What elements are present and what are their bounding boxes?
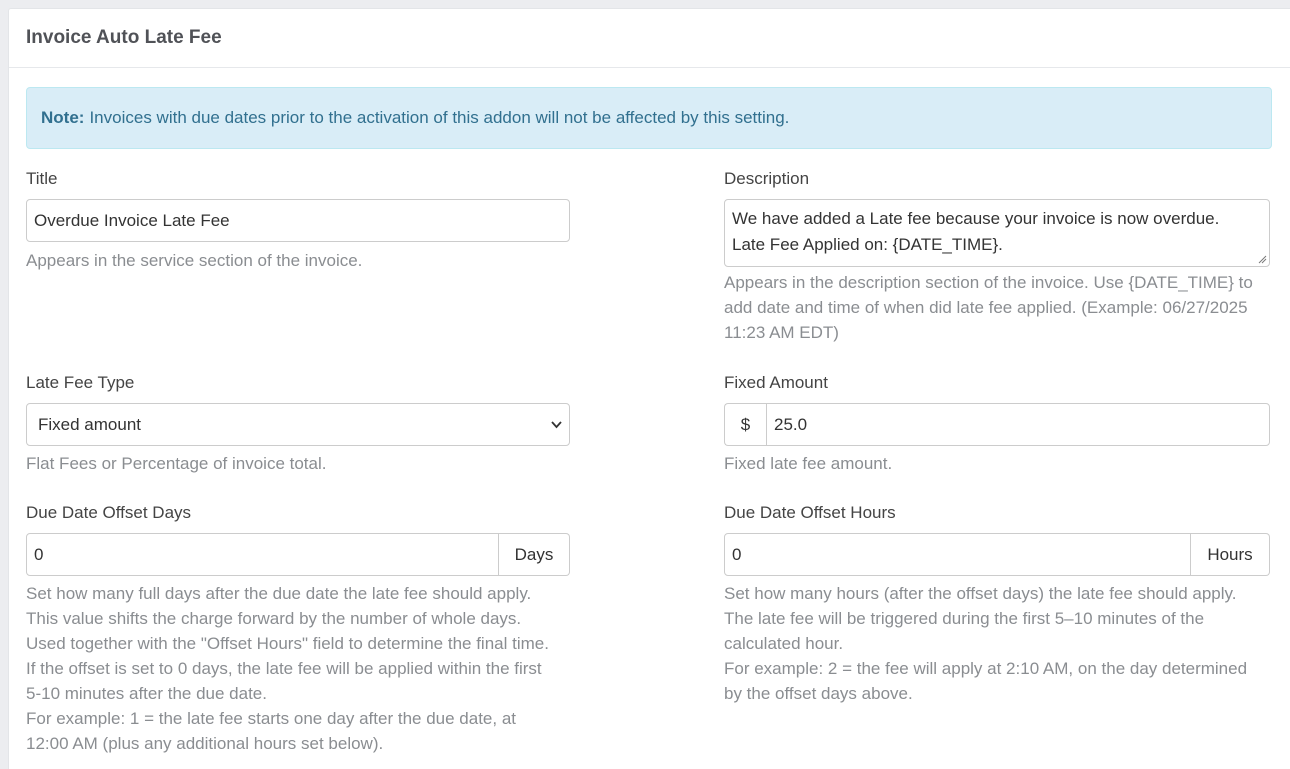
fixed-amount-help: Fixed late fee amount. bbox=[724, 454, 893, 473]
offset-days-help-line: 5-10 minutes after the due date. bbox=[26, 684, 267, 703]
settings-panel: Invoice Auto Late Fee Note: Invoices wit… bbox=[8, 8, 1290, 769]
offset-days-input-group: 0 Days bbox=[26, 533, 570, 576]
late-fee-type-label: Late Fee Type bbox=[26, 373, 135, 392]
panel-title: Invoice Auto Late Fee bbox=[26, 27, 222, 48]
offset-days-help-line: Set how many full days after the due dat… bbox=[26, 584, 532, 603]
offset-days-help-line: If the offset is set to 0 days, the late… bbox=[26, 659, 542, 678]
title-input[interactable]: Overdue Invoice Late Fee bbox=[26, 199, 570, 242]
fixed-amount-input[interactable]: 25.0 bbox=[766, 403, 1270, 446]
offset-days-help-line: This value shifts the charge forward by … bbox=[26, 609, 522, 628]
offset-hours-help-line: by the offset days above. bbox=[724, 684, 913, 703]
late-fee-type-selected: Fixed amount bbox=[38, 414, 141, 434]
description-field-group: Description We have added a Late fee bec… bbox=[724, 168, 1270, 345]
late-fee-type-help: Flat Fees or Percentage of invoice total… bbox=[26, 454, 327, 473]
days-addon: Days bbox=[499, 533, 570, 576]
offset-hours-label: Due Date Offset Hours bbox=[724, 503, 896, 522]
fixed-amount-group: Fixed Amount $ 25.0 Fixed late fee amoun… bbox=[724, 372, 1270, 476]
offset-hours-help: Set how many hours (after the offset day… bbox=[724, 581, 1270, 706]
fixed-amount-input-group: $ 25.0 bbox=[724, 403, 1270, 446]
offset-days-help-line: 12:00 AM (plus any additional hours set … bbox=[26, 734, 384, 753]
offset-days-input[interactable]: 0 bbox=[26, 533, 499, 576]
description-help: Appears in the description section of th… bbox=[724, 273, 1253, 342]
note-label: Note: bbox=[41, 108, 85, 127]
hours-addon: Hours bbox=[1191, 533, 1270, 576]
resize-handle-icon[interactable] bbox=[1257, 254, 1267, 264]
chevron-down-icon bbox=[551, 421, 562, 429]
title-help: Appears in the service section of the in… bbox=[26, 251, 363, 270]
offset-hours-input-group: 0 Hours bbox=[724, 533, 1270, 576]
offset-hours-help-line: The late fee will be triggered during th… bbox=[724, 609, 1205, 628]
offset-hours-group: Due Date Offset Hours 0 Hours Set how ma… bbox=[724, 502, 1270, 706]
offset-days-help: Set how many full days after the due dat… bbox=[26, 581, 570, 756]
offset-days-group: Due Date Offset Days 0 Days Set how many… bbox=[26, 502, 570, 756]
currency-addon: $ bbox=[724, 403, 766, 446]
title-label: Title bbox=[26, 169, 58, 188]
description-line-1: We have added a Late fee because your in… bbox=[732, 209, 1220, 228]
offset-days-label: Due Date Offset Days bbox=[26, 503, 192, 522]
late-fee-type-select[interactable]: Fixed amount bbox=[26, 403, 570, 446]
late-fee-type-group: Late Fee Type Fixed amount Flat Fees or … bbox=[26, 372, 570, 476]
offset-hours-help-line: For example: 2 = the fee will apply at 2… bbox=[724, 659, 1248, 678]
offset-hours-help-line: Set how many hours (after the offset day… bbox=[724, 584, 1237, 603]
description-label: Description bbox=[724, 169, 810, 188]
panel-header: Invoice Auto Late Fee bbox=[9, 9, 1290, 68]
offset-days-help-line: For example: 1 = the late fee starts one… bbox=[26, 709, 516, 728]
description-textarea[interactable]: We have added a Late fee because your in… bbox=[724, 199, 1270, 267]
offset-hours-help-line: calculated hour. bbox=[724, 634, 844, 653]
offset-days-help-line: Used together with the "Offset Hours" fi… bbox=[26, 634, 549, 653]
note-text: Invoices with due dates prior to the act… bbox=[89, 108, 790, 127]
title-field-group: Title Overdue Invoice Late Fee Appears i… bbox=[26, 168, 570, 273]
note-alert: Note: Invoices with due dates prior to t… bbox=[26, 87, 1272, 149]
offset-hours-input[interactable]: 0 bbox=[724, 533, 1191, 576]
description-line-2: Late Fee Applied on: {DATE_TIME}. bbox=[732, 235, 1003, 254]
fixed-amount-label: Fixed Amount bbox=[724, 373, 828, 392]
